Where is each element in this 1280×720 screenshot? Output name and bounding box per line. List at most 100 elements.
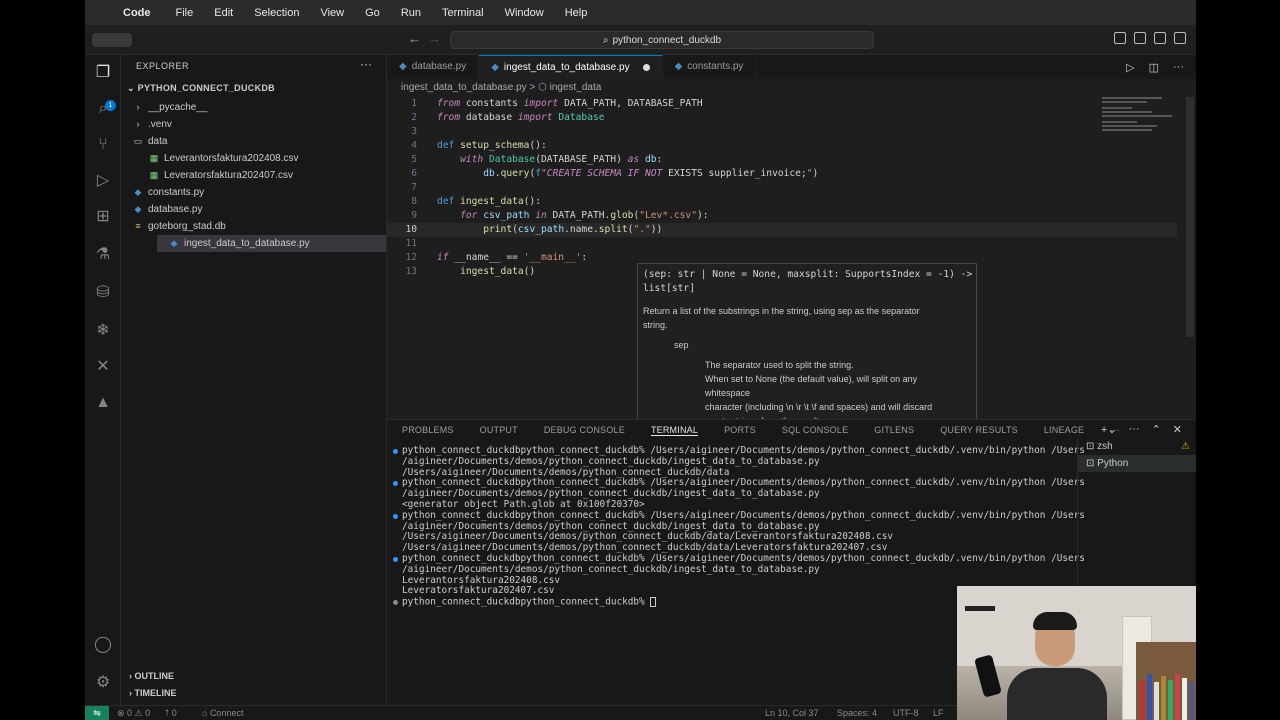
close-x-extension-icon[interactable]: ✕ (93, 357, 113, 377)
sidebar-toggle-button[interactable] (92, 33, 132, 47)
connect-status[interactable]: ⌂ Connect (202, 708, 243, 718)
param-doc-line: When set to None (the default value), wi… (705, 374, 918, 384)
tab-gitlens[interactable]: GITLENS (874, 425, 914, 436)
run-python-file-icon[interactable]: ▷ (1126, 61, 1134, 74)
search-icon: ⌕ (602, 34, 609, 46)
search-icon[interactable]: ⌕ (93, 99, 113, 119)
tree-item-pycache[interactable]: › __pycache__ (132, 99, 208, 116)
breadcrumb-symbol[interactable]: ingest_data (550, 82, 602, 93)
tree-item-venv[interactable]: › .venv (132, 116, 172, 133)
menu-file[interactable]: File (176, 7, 194, 19)
unsaved-dot-icon[interactable] (642, 64, 650, 71)
account-icon[interactable]: ◯ (93, 635, 113, 655)
tab-label: ingest_data_to_database.py (503, 61, 630, 73)
explorer-header: EXPLORER (136, 61, 190, 71)
python-file-icon: ◆ (674, 61, 683, 72)
back-arrow-icon[interactable]: ← (408, 31, 421, 46)
tab-constants-py[interactable]: ◆ constants.py (663, 55, 757, 79)
command-center-search[interactable]: ⌕ python_connect_duckdb (450, 31, 874, 49)
timeline-section[interactable]: › TIMELINE (129, 688, 177, 698)
menu-view[interactable]: View (320, 7, 344, 19)
tree-item-constants[interactable]: ◆ constants.py (132, 184, 205, 201)
tab-lineage[interactable]: LINEAGE (1044, 425, 1084, 436)
menu-help[interactable]: Help (565, 7, 588, 19)
toggle-secondary-sidebar-icon[interactable] (1154, 32, 1166, 44)
extensions-icon[interactable]: ⊞ (93, 207, 113, 227)
tree-item-goteborg-db[interactable]: ≡ goteborg_stad.db (132, 218, 225, 235)
gear-icon[interactable]: ⚙ (93, 673, 113, 693)
terminal-line: python_connect_duckdbpython_connect_duck… (393, 477, 1085, 489)
tab-label: constants.py (687, 61, 744, 72)
breadcrumb-file[interactable]: ingest_data_to_database.py (401, 82, 527, 93)
tree-item-database[interactable]: ◆ database.py (132, 201, 203, 218)
tab-ingest-data-py[interactable]: ◆ ingest_data_to_database.py (479, 55, 663, 79)
minimap[interactable] (1102, 97, 1182, 157)
database-file-icon: ≡ (135, 221, 141, 231)
toggle-panel-icon[interactable] (1134, 32, 1146, 44)
signature-help-popup: (sep: str | None = None, maxsplit: Suppo… (637, 263, 977, 445)
terminal-cursor (650, 597, 657, 608)
indentation[interactable]: Spaces: 4 (837, 708, 877, 718)
dbt-extension-icon[interactable]: ▲ (93, 393, 113, 413)
more-actions-icon[interactable]: ··· (1173, 61, 1184, 73)
menu-window[interactable]: Window (505, 7, 544, 19)
database-icon[interactable]: ⛁ (93, 283, 113, 303)
menu-app-name[interactable]: Code (123, 7, 151, 19)
problems-count[interactable]: ⊗ 0 ⚠ 0 (117, 708, 150, 719)
tree-item-label: Leverantorsfaktura202408.csv (164, 153, 299, 164)
chevron-down-icon: ⌄ (127, 83, 135, 93)
tab-sql-console[interactable]: SQL CONSOLE (782, 425, 848, 436)
new-terminal-icon[interactable]: +⌄ (1101, 423, 1117, 436)
code-line: 2 from database import Database (411, 112, 605, 123)
tab-terminal[interactable]: TERMINAL (650, 425, 699, 436)
webcam-overlay (957, 586, 1196, 720)
tab-debug-console[interactable]: DEBUG CONSOLE (544, 425, 625, 436)
tab-problems[interactable]: PROBLEMS (402, 425, 454, 436)
python-file-icon: ◆ (134, 187, 142, 197)
split-editor-icon[interactable]: ◫ (1149, 61, 1159, 74)
more-actions-icon[interactable]: ··· (360, 57, 372, 71)
testing-icon[interactable]: ⚗ (93, 245, 113, 265)
ports-count[interactable]: ⭡ 0 (165, 708, 177, 719)
menu-run[interactable]: Run (401, 7, 421, 19)
end-of-line[interactable]: LF (933, 708, 944, 718)
encoding[interactable]: UTF-8 (893, 708, 919, 718)
menu-go[interactable]: Go (365, 7, 380, 19)
panel-tabs: PROBLEMS OUTPUT DEBUG CONSOLE TERMINAL P… (402, 425, 1120, 436)
editor-scrollbar[interactable] (1186, 97, 1194, 337)
explorer-icon[interactable]: ❐ (93, 63, 113, 83)
run-debug-icon[interactable]: ▷ (93, 171, 113, 191)
maximize-panel-icon[interactable]: ⌃ (1152, 423, 1161, 436)
param-name-sep: sep (674, 340, 689, 350)
customize-layout-icon[interactable] (1174, 32, 1186, 44)
code-line: 11 (405, 238, 417, 249)
terminal-icon: ⊡ (1086, 441, 1095, 452)
source-control-icon[interactable]: ⑂ (93, 135, 113, 155)
tree-item-csv-202408[interactable]: ▦ Leverantorsfaktura202408.csv (148, 150, 299, 167)
timeline-label: TIMELINE (134, 688, 177, 698)
remote-indicator-icon[interactable]: ⇋ (85, 706, 109, 720)
forward-arrow-icon[interactable]: → (428, 31, 441, 46)
close-panel-icon[interactable]: ✕ (1173, 423, 1182, 436)
terminal-entry-python[interactable]: ⊡ Python (1078, 455, 1196, 472)
terminal-entry-label: zsh (1097, 441, 1113, 452)
tree-item-csv-202407[interactable]: ▦ Leveratorsfaktura202407.csv (148, 167, 293, 184)
menu-selection[interactable]: Selection (254, 7, 299, 19)
tab-database-py[interactable]: ◆ database.py (387, 55, 480, 79)
more-actions-icon[interactable]: ··· (1129, 423, 1140, 436)
tab-query-results[interactable]: QUERY RESULTS (940, 425, 1018, 436)
snowflake-icon[interactable]: ❄ (93, 321, 113, 341)
tree-item-data-folder[interactable]: ▭ data (132, 133, 168, 150)
terminal-output[interactable]: python_connect_duckdbpython_connect_duck… (393, 445, 1085, 608)
tab-ports[interactable]: PORTS (724, 425, 756, 436)
tab-output[interactable]: OUTPUT (480, 425, 518, 436)
terminal-line: /aigineer/Documents/demos/python_connect… (402, 563, 820, 575)
menu-terminal[interactable]: Terminal (442, 7, 484, 19)
terminal-entry-zsh[interactable]: ⊡ zsh ⚠ (1078, 438, 1196, 455)
tree-item-ingest-data[interactable]: ◆ ingest_data_to_database.py (157, 235, 386, 252)
cursor-position[interactable]: Ln 10, Col 37 (765, 708, 819, 718)
menu-edit[interactable]: Edit (214, 7, 233, 19)
project-folder-header[interactable]: ⌄ PYTHON_CONNECT_DUCKDB (127, 83, 275, 94)
outline-section[interactable]: › OUTLINE (129, 671, 174, 681)
toggle-primary-sidebar-icon[interactable] (1114, 32, 1126, 44)
